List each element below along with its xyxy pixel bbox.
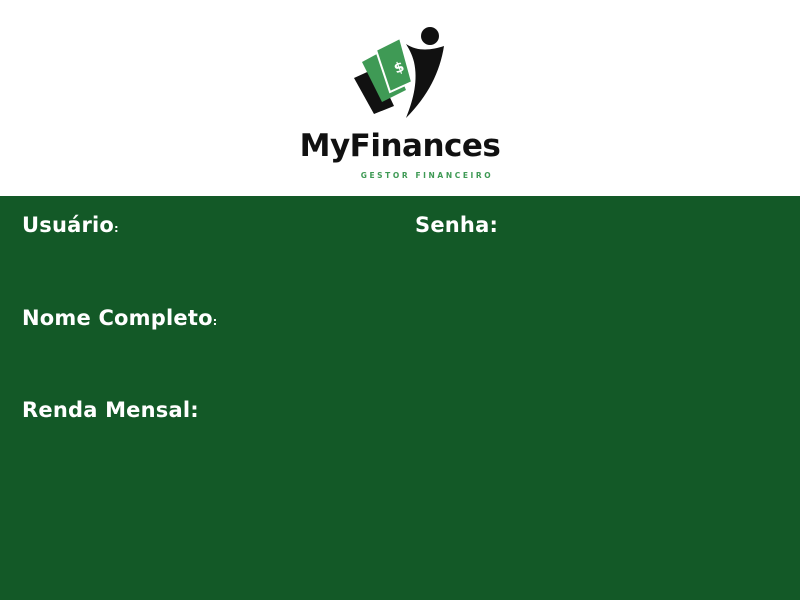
usuario-label-text: Usuário xyxy=(22,213,115,237)
nome-completo-label: Nome Completo: xyxy=(22,304,217,336)
brand-name: MyFinances xyxy=(299,128,501,164)
nome-completo-label-text: Nome Completo xyxy=(22,306,213,330)
nome-completo-label-colon: : xyxy=(212,315,218,328)
usuario-label: Usuário: xyxy=(22,211,119,243)
renda-mensal-label: Renda Mensal: xyxy=(22,398,199,422)
header: $ MyFinances GESTOR FINANCEIRO xyxy=(0,0,800,196)
usuario-label-colon: : xyxy=(114,222,119,235)
brand-tagline: GESTOR FINANCEIRO xyxy=(360,171,494,180)
money-person-logo-icon: $ xyxy=(354,27,444,118)
senha-label: Senha: xyxy=(415,213,499,237)
